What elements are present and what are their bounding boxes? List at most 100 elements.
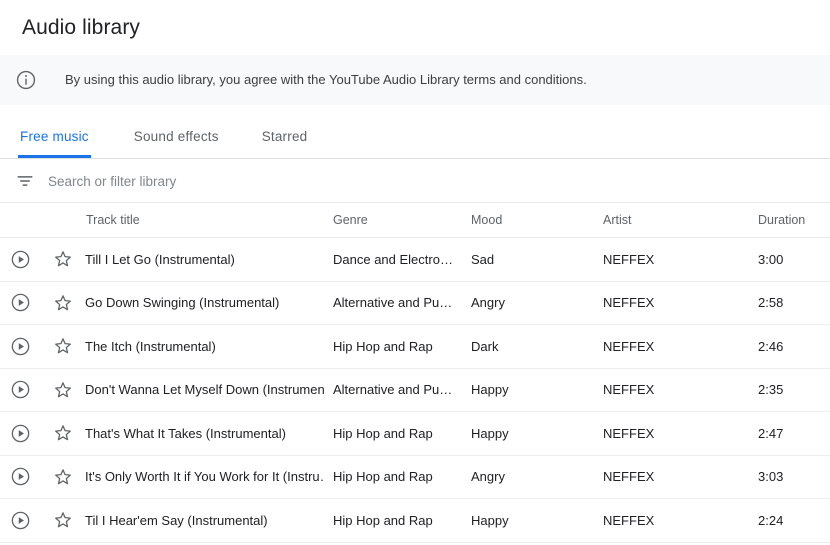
artist-text: NEFFEX bbox=[603, 251, 655, 267]
column-header-genre: Genre bbox=[333, 213, 368, 227]
cell-duration: 2:46 bbox=[758, 339, 828, 354]
cell-genre: Hip Hop and Rap bbox=[333, 339, 471, 354]
mood-text: Dark bbox=[471, 338, 499, 354]
genre-text: Hip Hop and Rap bbox=[333, 425, 433, 441]
cell-mood: Happy bbox=[471, 513, 603, 528]
play-circle-icon[interactable] bbox=[10, 510, 31, 531]
table-row[interactable]: Don't Wanna Let Myself Down (Instrument…… bbox=[0, 369, 830, 412]
genre-text: Hip Hop and Rap bbox=[333, 469, 433, 485]
info-icon bbox=[15, 69, 37, 91]
artist-text: NEFFEX bbox=[603, 338, 655, 354]
mood-text: Sad bbox=[471, 251, 495, 267]
cell-genre: Hip Hop and Rap bbox=[333, 469, 471, 484]
play-button[interactable] bbox=[0, 466, 40, 487]
column-header-artist: Artist bbox=[603, 213, 632, 227]
genre-text: Alternative and Pu… bbox=[333, 295, 453, 311]
column-header-track-title: Track title bbox=[86, 213, 140, 227]
column-header-mood: Mood bbox=[471, 213, 503, 227]
star-outline-icon[interactable] bbox=[52, 335, 74, 357]
track-table: Track title Genre Mood Artist Duration T… bbox=[0, 203, 830, 543]
cell-genre: Alternative and Pu… bbox=[333, 295, 471, 310]
genre-text: Hip Hop and Rap bbox=[333, 338, 433, 354]
play-circle-icon[interactable] bbox=[10, 423, 31, 444]
cell-mood: Sad bbox=[471, 252, 603, 267]
play-button[interactable] bbox=[0, 423, 40, 444]
star-button[interactable] bbox=[40, 335, 85, 357]
artist-text: NEFFEX bbox=[603, 425, 655, 441]
cell-duration: 2:35 bbox=[758, 382, 828, 397]
duration-text: 3:00 bbox=[758, 251, 784, 267]
play-circle-icon[interactable] bbox=[10, 249, 31, 270]
artist-text: NEFFEX bbox=[603, 295, 655, 311]
table-row[interactable]: That's What It Takes (Instrumental) Hip … bbox=[0, 412, 830, 456]
cell-mood: Dark bbox=[471, 339, 603, 354]
cell-artist: NEFFEX bbox=[603, 426, 758, 441]
star-outline-icon[interactable] bbox=[52, 292, 74, 314]
star-outline-icon[interactable] bbox=[52, 379, 74, 401]
star-outline-icon[interactable] bbox=[52, 248, 74, 270]
star-button[interactable] bbox=[40, 466, 85, 488]
play-circle-icon[interactable] bbox=[10, 466, 31, 487]
search-input[interactable] bbox=[48, 169, 648, 193]
genre-text: Alternative and Pu… bbox=[333, 382, 453, 398]
cell-artist: NEFFEX bbox=[603, 295, 758, 310]
play-button[interactable] bbox=[0, 292, 40, 313]
cell-duration: 2:24 bbox=[758, 513, 828, 528]
mood-text: Happy bbox=[471, 382, 509, 398]
page-title: Audio library bbox=[22, 16, 141, 39]
cell-artist: NEFFEX bbox=[603, 382, 758, 397]
cell-duration: 2:47 bbox=[758, 426, 828, 441]
star-button[interactable] bbox=[40, 509, 85, 531]
cell-genre: Dance and Electro… bbox=[333, 252, 471, 267]
cell-artist: NEFFEX bbox=[603, 513, 758, 528]
play-button[interactable] bbox=[0, 510, 40, 531]
track-title-text: Go Down Swinging (Instrumental) bbox=[85, 295, 280, 311]
cell-track-title: Til I Hear'em Say (Instrumental) bbox=[85, 513, 333, 528]
artist-text: NEFFEX bbox=[603, 382, 655, 398]
play-button[interactable] bbox=[0, 249, 40, 270]
play-circle-icon[interactable] bbox=[10, 336, 31, 357]
cell-track-title: The Itch (Instrumental) bbox=[85, 339, 333, 354]
star-outline-icon[interactable] bbox=[52, 422, 74, 444]
table-row[interactable]: Til I Hear'em Say (Instrumental) Hip Hop… bbox=[0, 499, 830, 543]
table-row[interactable]: It's Only Worth It if You Work for It (I… bbox=[0, 456, 830, 499]
search-filter-bar bbox=[0, 160, 830, 203]
track-title-text: Till I Let Go (Instrumental) bbox=[85, 251, 235, 267]
duration-text: 2:24 bbox=[758, 512, 784, 528]
cell-track-title: Till I Let Go (Instrumental) bbox=[85, 252, 333, 267]
tab-sound-effects[interactable]: Sound effects bbox=[134, 129, 219, 158]
table-row[interactable]: The Itch (Instrumental) Hip Hop and Rap … bbox=[0, 325, 830, 369]
cell-genre: Alternative and Pu… bbox=[333, 382, 471, 397]
column-header-duration: Duration bbox=[758, 213, 806, 227]
play-circle-icon[interactable] bbox=[10, 292, 31, 313]
cell-genre: Hip Hop and Rap bbox=[333, 513, 471, 528]
tab-starred[interactable]: Starred bbox=[262, 129, 308, 158]
cell-duration: 2:58 bbox=[758, 295, 828, 310]
play-button[interactable] bbox=[0, 379, 40, 400]
play-button[interactable] bbox=[0, 336, 40, 357]
track-title-text: Don't Wanna Let Myself Down (Instrument… bbox=[85, 382, 325, 398]
library-tabs: Free music Sound effects Starred bbox=[0, 105, 830, 159]
table-row[interactable]: Till I Let Go (Instrumental) Dance and E… bbox=[0, 238, 830, 282]
cell-duration: 3:03 bbox=[758, 469, 828, 484]
mood-text: Angry bbox=[471, 469, 505, 485]
table-row[interactable]: Go Down Swinging (Instrumental) Alternat… bbox=[0, 282, 830, 325]
mood-text: Happy bbox=[471, 425, 509, 441]
star-outline-icon[interactable] bbox=[52, 466, 74, 488]
terms-info-banner: By using this audio library, you agree w… bbox=[0, 55, 830, 105]
cell-mood: Happy bbox=[471, 426, 603, 441]
star-button[interactable] bbox=[40, 292, 85, 314]
filter-list-icon[interactable] bbox=[15, 171, 35, 191]
genre-text: Hip Hop and Rap bbox=[333, 512, 433, 528]
duration-text: 2:58 bbox=[758, 295, 784, 311]
duration-text: 2:47 bbox=[758, 425, 784, 441]
tab-free-music[interactable]: Free music bbox=[18, 129, 91, 158]
star-button[interactable] bbox=[40, 379, 85, 401]
star-button[interactable] bbox=[40, 422, 85, 444]
cell-genre: Hip Hop and Rap bbox=[333, 426, 471, 441]
mood-text: Happy bbox=[471, 512, 509, 528]
play-circle-icon[interactable] bbox=[10, 379, 31, 400]
star-outline-icon[interactable] bbox=[52, 509, 74, 531]
star-button[interactable] bbox=[40, 248, 85, 270]
duration-text: 2:35 bbox=[758, 382, 784, 398]
